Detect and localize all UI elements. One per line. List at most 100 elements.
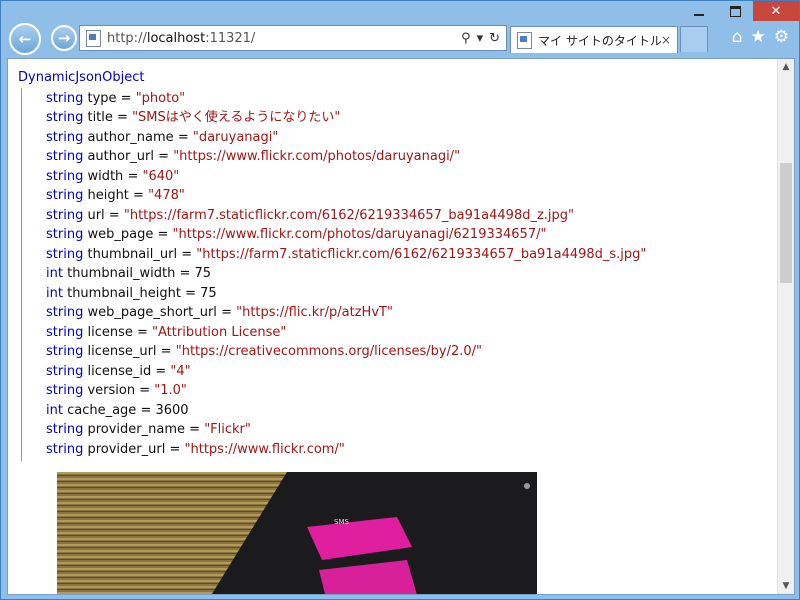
property-row: string version = "1.0" xyxy=(46,383,187,398)
property-row: string license_id = "4" xyxy=(46,363,191,379)
property-name: author_name xyxy=(87,129,174,145)
property-row: string license_url = "https://creativeco… xyxy=(46,344,482,359)
property-name: thumbnail_height xyxy=(67,285,181,301)
property-value: "https://flic.kr/p/atzHvT" xyxy=(236,305,393,320)
maximize-button[interactable] xyxy=(717,1,753,21)
refresh-icon[interactable]: ↻ xyxy=(489,31,500,46)
property-value: "1.0" xyxy=(154,383,187,398)
property-row: string title = "SMSはやく使えるようになりたい" xyxy=(46,110,341,125)
property-row: string thumbnail_url = "https://farm7.st… xyxy=(46,246,647,262)
maximize-icon xyxy=(729,5,741,17)
property-name: height xyxy=(87,188,129,203)
property-row: string license = "Attribution License" xyxy=(46,324,287,340)
property-name: width xyxy=(87,168,124,184)
close-button[interactable]: ✕ xyxy=(753,1,799,21)
page-content: DynamicJsonObject string type = "photo" s… xyxy=(7,58,795,595)
property-value: "478" xyxy=(148,188,185,203)
navigation-bar: ← → http://localhost:11321/ ⚲ ▾ ↻ マイ サイト… xyxy=(7,23,793,57)
property-type: string xyxy=(46,129,84,145)
property-type: string xyxy=(46,324,84,340)
property-name: provider_name xyxy=(87,422,186,437)
url-port-path: :11321/ xyxy=(205,30,256,46)
tab-close-button[interactable]: × xyxy=(661,33,671,47)
settings-gear-icon[interactable]: ⚙ xyxy=(774,27,789,47)
property-name: provider_url xyxy=(87,441,166,457)
property-row: string author_url = "https://www.flickr.… xyxy=(46,149,461,164)
address-bar[interactable]: http://localhost:11321/ ⚲ ▾ ↻ xyxy=(79,25,507,51)
property-value: "https://www.flickr.com/photos/daruyanag… xyxy=(172,227,547,242)
embedded-photo: SMS xyxy=(57,472,537,594)
forward-button[interactable]: → xyxy=(51,25,77,51)
property-type: string xyxy=(46,305,84,320)
property-value: "https://farm7.staticflickr.com/6162/621… xyxy=(196,246,647,262)
property-value: "photo" xyxy=(135,90,186,106)
property-type: string xyxy=(46,441,84,457)
property-name: author_url xyxy=(87,149,155,164)
photo-sms-label: SMS xyxy=(334,518,349,526)
property-row: string url = "https://farm7.staticflickr… xyxy=(46,207,575,223)
property-name: web_page xyxy=(87,227,154,242)
address-tools: ⚲ ▾ ↻ xyxy=(461,31,500,46)
property-type: int xyxy=(46,402,63,418)
property-row: string type = "photo" xyxy=(46,90,186,106)
scroll-thumb[interactable] xyxy=(780,163,792,283)
property-value: 3600 xyxy=(155,402,189,418)
property-value: "4" xyxy=(170,363,191,379)
property-row: string height = "478" xyxy=(46,188,185,203)
property-value: 75 xyxy=(200,285,217,301)
property-type: string xyxy=(46,422,84,437)
new-tab-button[interactable] xyxy=(680,26,708,52)
scroll-up-icon[interactable]: ▲ xyxy=(778,59,794,75)
search-icon[interactable]: ⚲ xyxy=(461,31,471,46)
property-row: int thumbnail_height = 75 xyxy=(46,285,217,301)
property-value: "https://creativecommons.org/licenses/by… xyxy=(175,344,482,359)
property-value: "Flickr" xyxy=(204,422,251,437)
property-name: title xyxy=(87,110,113,125)
property-type: string xyxy=(46,363,84,379)
property-type: string xyxy=(46,90,84,106)
property-value: "https://farm7.staticflickr.com/6162/621… xyxy=(123,207,575,223)
property-value: 75 xyxy=(194,266,212,281)
property-value: "https://www.flickr.com/photos/daruyanag… xyxy=(173,149,461,164)
property-type: string xyxy=(46,246,84,262)
url-host: localhost xyxy=(146,30,206,46)
back-arrow-icon: ← xyxy=(18,30,32,48)
property-type: string xyxy=(46,383,84,398)
browser-window: ✕ ← → http://localhost:11321/ ⚲ ▾ ↻ マイ サ… xyxy=(0,0,800,600)
property-type: int xyxy=(46,266,63,281)
property-row: string web_page = "https://www.flickr.co… xyxy=(46,227,547,242)
property-row: string width = "640" xyxy=(46,168,180,184)
toolbar-icons: ⌂ ★ ⚙ xyxy=(732,27,789,47)
url-scheme: http:// xyxy=(107,30,147,46)
page-icon xyxy=(86,29,101,47)
photo-image: SMS xyxy=(57,472,537,594)
tab-page-icon xyxy=(517,31,532,49)
scroll-down-icon[interactable]: ▼ xyxy=(778,578,794,594)
property-name: license_id xyxy=(87,363,152,379)
object-type-name: DynamicJsonObject xyxy=(18,70,145,85)
vertical-scrollbar[interactable]: ▲ ▼ xyxy=(777,59,794,594)
property-type: string xyxy=(46,344,84,359)
favorites-star-icon[interactable]: ★ xyxy=(751,27,766,47)
minimize-button[interactable] xyxy=(681,1,717,21)
dropdown-icon[interactable]: ▾ xyxy=(477,31,484,46)
tab-active[interactable]: マイ サイトのタイトル × xyxy=(510,26,678,53)
back-button[interactable]: ← xyxy=(9,23,41,55)
property-value: "daruyanagi" xyxy=(192,129,279,145)
minimize-icon xyxy=(694,14,704,16)
property-name: thumbnail_url xyxy=(87,246,178,262)
close-icon: ✕ xyxy=(770,3,782,19)
property-name: type xyxy=(87,90,117,106)
property-type: string xyxy=(46,207,84,223)
property-name: license_url xyxy=(87,344,157,359)
property-value: "https://www.flickr.com/" xyxy=(184,441,345,457)
forward-arrow-icon: → xyxy=(57,29,71,47)
tab-title: マイ サイトのタイトル xyxy=(538,33,661,48)
property-name: thumbnail_width xyxy=(67,266,176,281)
property-name: url xyxy=(87,207,105,223)
address-url[interactable]: http://localhost:11321/ xyxy=(107,31,461,46)
property-name: version xyxy=(87,383,136,398)
property-row: int thumbnail_width = 75 xyxy=(46,266,212,281)
property-row: int cache_age = 3600 xyxy=(46,402,189,418)
home-icon[interactable]: ⌂ xyxy=(732,27,743,47)
